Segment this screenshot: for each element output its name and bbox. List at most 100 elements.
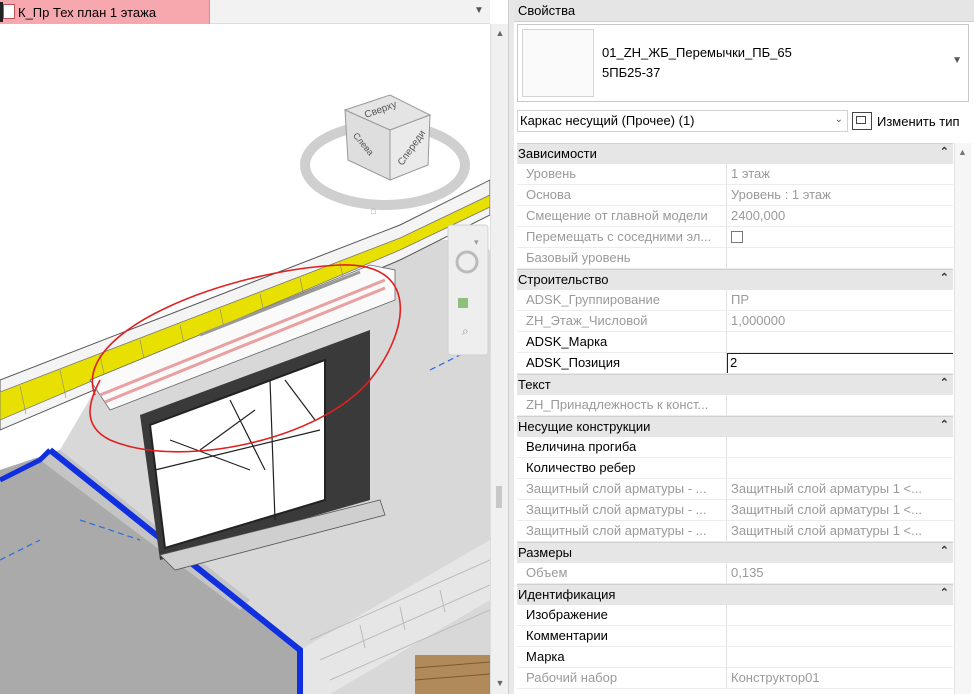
property-value [727,248,953,268]
scroll-up-icon[interactable]: ▲ [494,28,506,40]
type-selector[interactable]: 01_ZH_ЖБ_Перемычки_ПБ_65 5ПБ25-37 ▼ [517,24,969,102]
group-header[interactable]: Строительство ⌃ [517,269,953,290]
property-row[interactable]: Изображение [517,605,953,626]
3d-viewport[interactable]: Сверху Спереди Слева ⌂ ⌕ ▾ К_Пр Тех план… [0,0,490,694]
property-row[interactable]: Смещение от главной модели 2400,000 [517,206,953,227]
property-row[interactable]: Рабочий набор Конструктор01 [517,668,953,689]
property-value [727,227,953,247]
property-row[interactable]: Количество ребер [517,458,953,479]
svg-text:▾: ▾ [474,237,479,247]
group-header[interactable]: Зависимости ⌃ [517,143,953,164]
property-value[interactable] [727,437,953,457]
property-value[interactable] [727,458,953,478]
property-row[interactable]: ADSK_Группирование ПР [517,290,953,311]
type-dropdown-icon[interactable]: ▼ [952,55,962,66]
type-name: 01_ZH_ЖБ_Перемычки_ПБ_65 5ПБ25-37 [602,43,792,83]
type-size-name: 5ПБ25-37 [602,65,661,80]
property-name: Комментарии [517,626,727,646]
property-value: Защитный слой арматуры 1 <... [731,481,922,496]
tab-list-dropdown-icon[interactable]: ▼ [472,5,486,19]
property-row[interactable]: Основа Уровень : 1 этаж [517,185,953,206]
instance-filter-row: Каркас несущий (Прочее) (1) ⌄ Изменить т… [517,108,969,134]
property-row[interactable]: Комментарии [517,626,953,647]
property-name: Базовый уровень [517,248,727,268]
property-name: Изображение [517,605,727,625]
property-value[interactable] [727,605,953,625]
property-name: Количество ребер [517,458,727,478]
property-value: 2400,000 [731,208,786,223]
property-name: ADSK_Группирование [517,290,727,310]
property-row[interactable]: Защитный слой арматуры - ... Защитный сло… [517,479,953,500]
group-header[interactable]: Идентификация ⌃ [517,584,953,605]
group-label: Несущие конструкции [518,419,651,434]
property-row[interactable]: Уровень 1 этаж [517,164,953,185]
property-checkbox[interactable] [731,231,743,243]
scroll-up-icon[interactable]: ▲ [958,147,967,157]
property-name: Перемещать с соседними эл... [517,227,727,247]
group-header[interactable]: Размеры ⌃ [517,542,953,563]
property-row[interactable]: ADSK_Марка [517,332,953,353]
collapse-icon[interactable]: ⌃ [940,145,949,158]
group-header[interactable]: Текст ⌃ [517,374,953,395]
property-name: Марка [517,647,727,667]
group-label: Размеры [518,545,573,560]
group-label: Текст [518,377,551,392]
property-row[interactable]: ADSK_Позиция 2 [517,353,953,376]
property-row[interactable]: Защитный слой арматуры - ... Защитный сло… [517,500,953,521]
properties-grid: Зависимости ⌃ Уровень 1 этаж Основа Уровень :… [517,143,953,689]
type-preview-image [522,29,594,97]
property-name: Рабочий набор [517,668,727,688]
instance-filter-select[interactable]: Каркас несущий (Прочее) (1) ⌄ [517,110,848,132]
3d-model-scene[interactable]: Сверху Спереди Слева ⌂ ⌕ ▾ [0,24,490,694]
property-name: Защитный слой арматуры - ... [517,479,727,499]
scroll-down-icon[interactable]: ▼ [494,678,506,690]
edit-type-label: Изменить тип [877,113,960,129]
edit-type-icon [852,112,872,130]
properties-title: Свойства [514,0,974,22]
view-tab-title: К_Пр Тех план 1 этажа [18,4,157,20]
group-label: Зависимости [518,146,597,161]
property-name: Величина прогиба [517,437,727,457]
property-value: Защитный слой арматуры 1 <... [731,523,922,538]
group-label: Идентификация [518,587,616,602]
collapse-icon[interactable]: ⌃ [940,586,949,599]
collapse-icon[interactable]: ⌃ [940,376,949,389]
collapse-icon[interactable]: ⌃ [940,544,949,557]
property-value-editor[interactable]: 2 [727,353,953,373]
zoom-icon: ⌕ [462,324,469,338]
chevron-down-icon: ⌄ [834,114,843,125]
scroll-thumb[interactable] [496,486,502,508]
property-name: ADSK_Позиция [517,353,727,373]
property-value[interactable] [727,647,953,667]
collapse-icon[interactable]: ⌃ [940,271,949,284]
property-value: 0,135 [731,565,764,580]
property-name: Уровень [517,164,727,184]
navigation-bar[interactable]: ⌕ ▾ [447,224,489,356]
view-tab[interactable]: К_Пр Тех план 1 этажа [0,0,210,24]
viewcube[interactable]: Сверху Спереди Слева ⌂ [300,94,470,217]
property-row[interactable]: Перемещать с соседними эл... [517,227,953,248]
collapse-icon[interactable]: ⌃ [940,418,949,431]
property-name: Основа [517,185,727,205]
property-row[interactable]: ZH_Этаж_Числовой 1,000000 [517,311,953,332]
group-label: Строительство [518,272,609,287]
property-name: ZH_Принадлежность к конст... [517,395,727,415]
property-value: Уровень : 1 этаж [731,187,831,202]
edit-type-button[interactable]: Изменить тип [852,108,960,134]
property-row[interactable]: ZH_Принадлежность к конст... [517,395,953,416]
property-row[interactable]: Объем 0,135 [517,563,953,584]
property-value[interactable] [727,332,953,352]
property-value[interactable] [727,626,953,646]
properties-scrollbar[interactable]: ▲ [954,143,971,694]
property-value: 1 этаж [731,166,770,181]
group-header[interactable]: Несущие конструкции ⌃ [517,416,953,437]
property-row[interactable]: Базовый уровень [517,248,953,269]
property-row[interactable]: Марка [517,647,953,668]
property-value: Защитный слой арматуры 1 <... [731,502,922,517]
property-name: ADSK_Марка [517,332,727,352]
floor-plan-icon [3,4,15,19]
viewport-vertical-scrollbar[interactable]: ▲ ▼ [490,24,508,694]
property-row[interactable]: Защитный слой арматуры - ... Защитный сло… [517,521,953,542]
property-value[interactable]: 2 [727,353,953,373]
property-row[interactable]: Величина прогиба [517,437,953,458]
